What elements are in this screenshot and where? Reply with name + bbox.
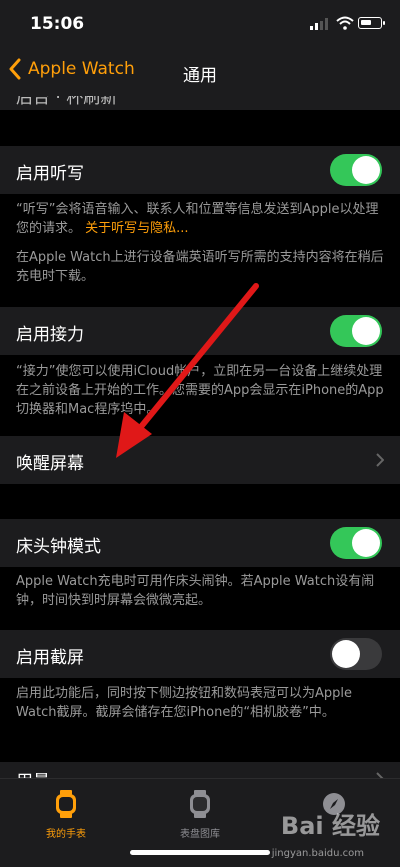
handoff-toggle[interactable] <box>330 315 382 347</box>
status-bar: 15:06 <box>0 0 400 48</box>
tab-face-gallery[interactable]: 表盘图库 <box>150 789 250 840</box>
nightstand-toggle[interactable] <box>330 527 382 559</box>
watermark: Bai 经验 <box>280 812 380 840</box>
tab-face-gallery-label: 表盘图库 <box>180 829 220 840</box>
watermark-url: jingyan.baidu.com <box>271 848 364 859</box>
wifi-icon <box>336 16 354 30</box>
tab-my-watch-label: 我的手表 <box>46 829 86 840</box>
screenshot-toggle[interactable] <box>330 638 382 670</box>
home-indicator <box>130 850 270 855</box>
watch-face-icon <box>190 790 210 818</box>
dictation-toggle[interactable] <box>330 154 382 186</box>
dictation-privacy-link[interactable]: 关于听写与隐私... <box>85 221 188 236</box>
handoff-label: 启用接力 <box>16 325 84 345</box>
dictation-footer-2: 在Apple Watch上进行设备端英语听写所需的支持内容将在稍后充电时下载。 <box>16 250 384 284</box>
row-handoff[interactable]: 启用接力 <box>0 307 400 355</box>
row-wake-screen[interactable]: 唤醒屏幕 <box>0 436 400 484</box>
row-usage[interactable]: 用量 <box>0 762 400 778</box>
partial-row: 后台 · 杯刷新 <box>0 96 400 110</box>
cellular-signal-icon <box>310 18 328 30</box>
watch-icon <box>56 790 76 818</box>
row-dictation[interactable]: 启用听写 <box>0 146 400 194</box>
row-nightstand[interactable]: 床头钟模式 <box>0 519 400 567</box>
tab-my-watch[interactable]: 我的手表 <box>16 789 116 840</box>
row-screenshot[interactable]: 启用截屏 <box>0 630 400 678</box>
screenshot-footer: 启用此功能后，同时按下侧边按钮和数码表冠可以为Apple Watch截屏。截屏会… <box>16 686 353 720</box>
battery-icon <box>358 17 385 29</box>
status-time: 15:06 <box>30 14 85 34</box>
dictation-label: 启用听写 <box>16 164 84 184</box>
screenshot-label: 启用截屏 <box>16 648 84 668</box>
wake-label: 唤醒屏幕 <box>16 454 84 474</box>
navigation-bar: Apple Watch 通用 <box>0 48 400 96</box>
handoff-footer: “接力”使您可以使用iCloud帐户，立即在另一台设备上继续处理在之前设备上开始… <box>16 364 384 417</box>
nightstand-label: 床头钟模式 <box>16 537 101 557</box>
dictation-footer: “听写”会将语音输入、联系人和位置等信息发送到Apple以处理您的请求。 关于听… <box>16 200 388 238</box>
nightstand-footer: Apple Watch充电时可用作床头闹钟。若Apple Watch设有闹钟，时… <box>16 574 375 608</box>
dictation-footer-text: “听写”会将语音输入、联系人和位置等信息发送到Apple以处理您的请求。 <box>16 202 379 236</box>
chevron-right-icon <box>376 453 384 467</box>
partial-row-label: 后台 · 杯刷新 <box>16 96 118 108</box>
usage-label: 用量 <box>16 767 50 778</box>
settings-list[interactable]: 后台 · 杯刷新 启用听写 “听写”会将语音输入、联系人和位置等信息发送到App… <box>0 96 400 778</box>
page-title: 通用 <box>183 66 217 86</box>
